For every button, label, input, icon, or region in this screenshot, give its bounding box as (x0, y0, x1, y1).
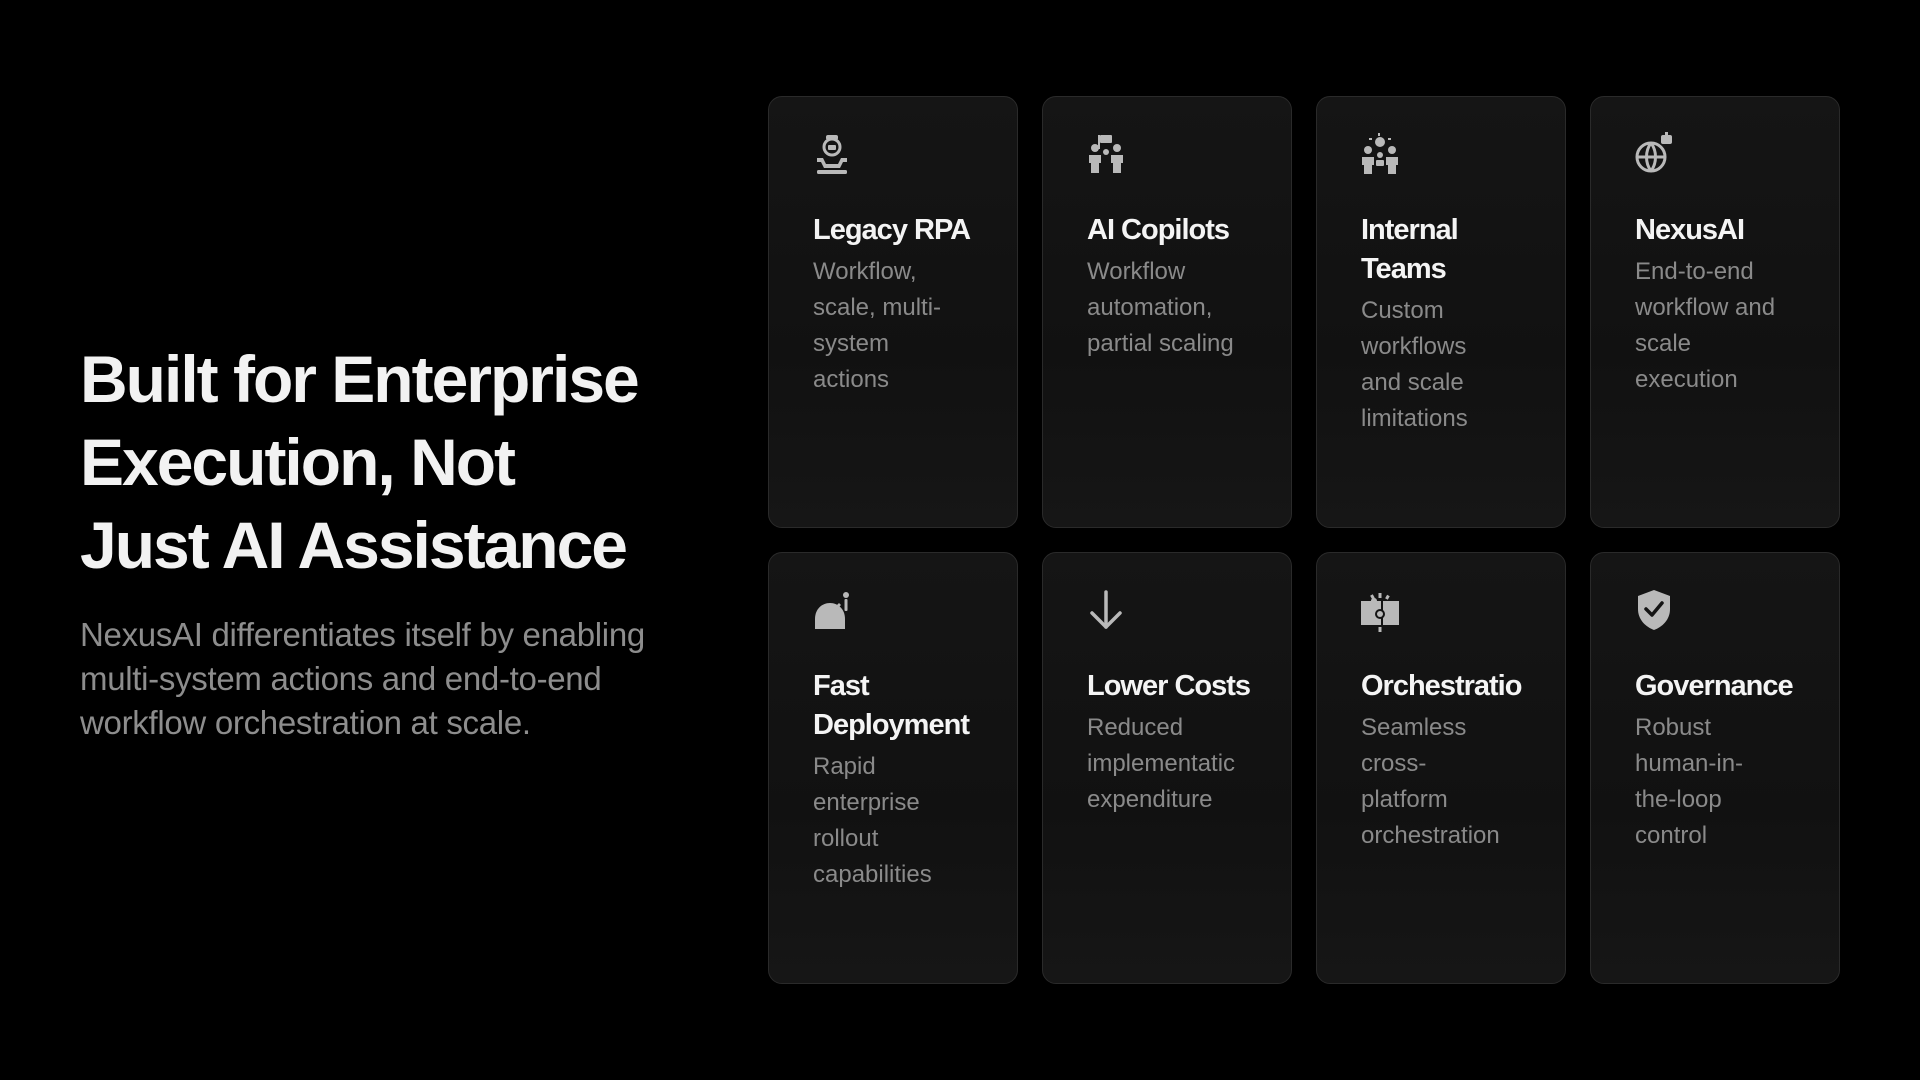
card-title: Internal Teams (1361, 214, 1459, 285)
page-subtitle-line: NexusAI differentiates itself by enablin… (80, 616, 645, 653)
card-description: Seamless cross- platform orchestration (1361, 714, 1500, 849)
page-title-line: Built for Enterprise (80, 342, 640, 416)
card-fast-deployment: Fast Deployment Rapid enterprise rollout… (768, 552, 1018, 984)
card-title: AI Copilots (1087, 214, 1230, 246)
card-ai-copilots: AI Copilots Workflow automation, partial… (1042, 96, 1292, 528)
feature-grid: Legacy RPA Workflow, scale, multi- syste… (768, 96, 1840, 984)
shield-check-icon (1631, 587, 1677, 633)
page-subtitle-line: multi-system actions and end-to-end (80, 660, 602, 697)
rocket-dome-icon (809, 587, 855, 633)
page-subtitle-line: workflow orchestration at scale. (80, 704, 531, 741)
card-description: Robust human-in- the-loop control (1635, 714, 1744, 849)
card-title: Fast Deployment (813, 670, 970, 741)
card-description: Rapid enterprise rollout capabilities (813, 753, 932, 888)
card-orchestration: Orchestratio Seamless cross- platform or… (1316, 552, 1566, 984)
hero-section: Built for Enterprise Execution, Not Just… (80, 338, 700, 745)
card-title: Legacy RPA (813, 214, 971, 246)
card-nexusai: NexusAI End-to-end workflow and scale ex… (1590, 96, 1840, 528)
card-internal-teams: Internal Teams Custom workflows and scal… (1316, 96, 1566, 528)
card-title: Lower Costs (1087, 670, 1251, 702)
page-subtitle: NexusAI differentiates itself by enablin… (80, 613, 700, 745)
team-flag-icon (1083, 131, 1129, 177)
arrow-down-icon (1083, 587, 1129, 633)
page-title: Built for Enterprise Execution, Not Just… (80, 338, 700, 587)
card-description: Workflow, scale, multi- system actions (813, 258, 942, 393)
card-description: End-to-end workflow and scale execution (1635, 258, 1776, 393)
puzzle-gear-icon (1357, 587, 1403, 633)
card-title: Governance (1635, 670, 1794, 702)
page-title-line: Execution, Not (80, 425, 516, 499)
card-title: NexusAI (1635, 214, 1745, 246)
page: Built for Enterprise Execution, Not Just… (0, 0, 1920, 1080)
card-lower-costs: Lower Costs Reduced implementatic expend… (1042, 552, 1292, 984)
card-legacy-rpa: Legacy RPA Workflow, scale, multi- syste… (768, 96, 1018, 528)
page-title-line: Just AI Assistance (80, 508, 628, 582)
globe-ai-icon (1631, 131, 1677, 177)
card-title: Orchestratio (1361, 670, 1522, 702)
card-description: Reduced implementatic expenditure (1087, 714, 1236, 813)
card-governance: Governance Robust human-in- the-loop con… (1590, 552, 1840, 984)
robot-arm-icon (809, 131, 855, 177)
team-idea-icon (1357, 131, 1403, 177)
card-description: Workflow automation, partial scaling (1087, 258, 1234, 357)
card-description: Custom workflows and scale limitations (1361, 297, 1468, 432)
